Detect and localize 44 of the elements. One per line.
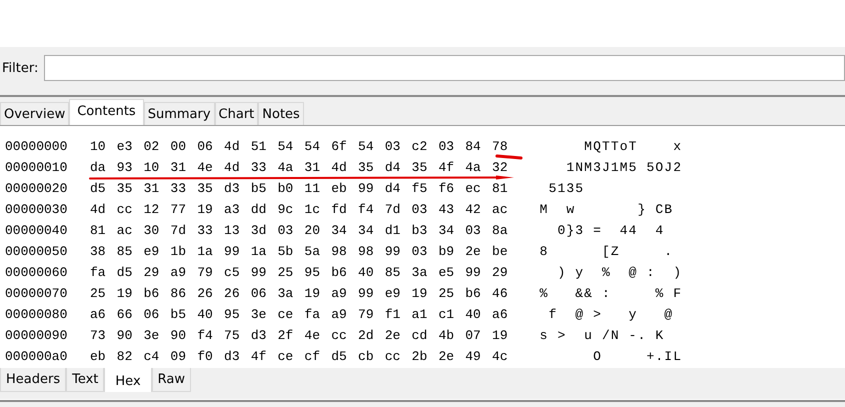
tab[interactable]: Headers xyxy=(0,368,66,392)
hex-bytes: 73 90 3e 90 f4 75 d3 2f 4e cc 2d 2e cd 4b 07 19 xyxy=(90,328,508,343)
ascii-text: M w } CB xyxy=(540,202,674,217)
tab[interactable]: Overview xyxy=(0,102,70,125)
tab[interactable]: Raw xyxy=(152,368,192,392)
filter-field[interactable] xyxy=(44,55,845,81)
tab[interactable]: Text xyxy=(66,368,104,392)
offset-text: 00000000 xyxy=(4,139,68,154)
hex-bytes: 25 19 b6 86 26 26 06 3a 19 a9 99 e9 19 25 b6 46 xyxy=(90,286,508,301)
offset-text: 00000060 xyxy=(4,265,68,280)
hex-bytes: a6 66 06 b5 40 95 3e ce fa a9 79 f1 a1 c1 40 a6 xyxy=(90,307,508,322)
filter-label: Filter: xyxy=(2,60,38,76)
offset-text: 000000a0 xyxy=(4,349,68,364)
hex-bytes: 10 e3 02 00 06 4d 51 54 54 6f 54 03 c2 03 84 78 xyxy=(90,139,508,154)
hex-bytes: 38 85 e9 1b 1a 99 1a 5b 5a 98 98 99 03 b9 2e be xyxy=(90,244,508,259)
ascii-text: % && : % F xyxy=(540,286,682,301)
offset-text: 00000090 xyxy=(4,328,68,343)
hex-bytes: fa d5 29 a9 79 c5 99 25 95 b6 40 85 3a e5 99 29 xyxy=(90,265,508,280)
annotation-underline xyxy=(496,154,522,160)
hex-bytes: eb 82 c4 09 f0 d3 4f ce cf d5 cb cc 2b 2e 49 4c xyxy=(90,349,508,364)
ascii-text: 5135 xyxy=(548,181,584,196)
hex-bytes: 4d cc 12 77 19 a3 dd 9c 1c fd f4 7d 03 43 42 ac xyxy=(90,202,508,217)
ascii-text: MQTToT x xyxy=(583,139,682,154)
ascii-text: f @ > y @ xyxy=(548,307,674,322)
offset-text: 00000070 xyxy=(4,286,68,301)
tab[interactable]: Notes xyxy=(258,102,304,125)
ascii-text: 0}3 = 44 4 xyxy=(556,223,664,238)
tab[interactable]: Contents xyxy=(69,99,144,125)
tab[interactable]: Summary xyxy=(144,102,215,125)
ascii-text: s > u /N -. K xyxy=(540,328,664,343)
ascii-text: ) y % @ : ) xyxy=(556,265,682,280)
hex-bytes: d5 35 31 33 35 d3 b5 b0 11 eb 99 d4 f5 f6 ec 81 xyxy=(90,181,508,196)
ascii-text: 1NM3J1M5 5OJ2 xyxy=(565,160,682,175)
offset-text: 00000080 xyxy=(4,307,68,322)
tab[interactable]: Chart xyxy=(214,102,258,125)
ascii-text: 8 [Z . xyxy=(540,244,674,259)
offset-text: 00000040 xyxy=(4,223,68,238)
offset-text: 00000050 xyxy=(4,244,68,259)
hex-bytes: da 93 10 31 4e 4d 33 4a 31 4d 35 d4 35 4f 4a 32 xyxy=(90,160,508,175)
offset-text: 00000020 xyxy=(4,181,68,196)
ascii-text: O +.IL xyxy=(592,349,682,364)
offset-text: 00000010 xyxy=(4,160,68,175)
hex-bytes: 81 ac 30 7d 33 13 3d 03 20 34 34 d1 b3 34 03 8a xyxy=(90,223,508,238)
offset-text: 00000030 xyxy=(4,202,68,217)
